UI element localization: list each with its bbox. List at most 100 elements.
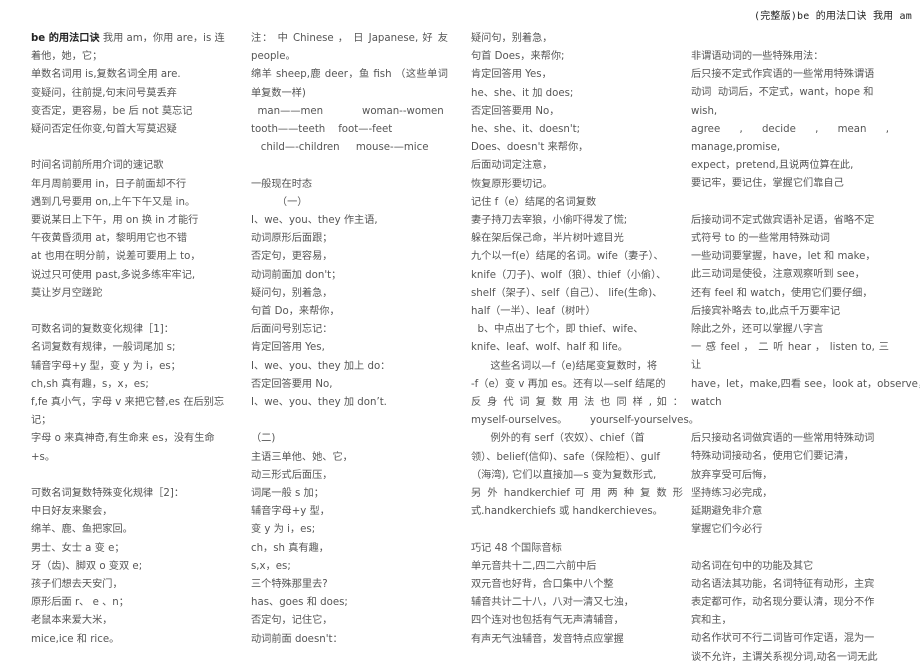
text-line: 孩子们想去天安门， [31, 579, 123, 591]
text-line: 还有 feel 和 watch，使用它们要仔细， [691, 287, 873, 299]
text-line: 放弃享受可后悔， [691, 469, 773, 481]
text-line: 四个连对也包括有气无声清辅音， [471, 615, 624, 627]
text-line: people。 [251, 51, 296, 63]
text-line: shelf（架子）、self（自己）、 life(生命)、 [471, 287, 663, 299]
text-line: 动名语法其功能，名词特征有动形，主宾 [691, 578, 875, 590]
text-line: 辅音字母+y 型， [251, 506, 330, 518]
text-line: 单元音共十二,四二六前中后 [471, 560, 597, 572]
text-line: 辅音字母+y 型，变 y 为 i，es； [31, 360, 181, 372]
text-line: 一些动词要掌握，have，let 和 make， [691, 251, 876, 263]
text-line: 一般现在时态 [251, 178, 313, 190]
text-line: 躲在架后保己命，半片树叶遮目光 [471, 233, 624, 245]
text-line: man——men woman--women [251, 105, 444, 117]
text-line: 特殊动词接动名，使用它们要记清， [691, 451, 854, 463]
text-line: 说过只可使用 past,多说多练牢牢记, [31, 269, 196, 281]
text-line: （二) [251, 433, 276, 445]
text-line: 后只接不定式作宾语的一些常用特殊谓语 [691, 69, 875, 81]
text-line: he、she、it、doesn't; [471, 124, 581, 136]
text-line: 男士、女士 a 变 e； [31, 542, 125, 554]
text-line: 否定句，记住它， [251, 615, 333, 627]
text-line: 动词 动词后，不定式，want，hope 和 [691, 87, 874, 99]
text-line: f,fe 真小气，字母 v 来把它替,es 在后别忘 [31, 397, 225, 409]
text-line: 后面问号别忘记： [251, 324, 333, 336]
text-line: 这些名词以—f（e)结尾变复数时，将 [471, 360, 658, 372]
text-line: myself-ourselves。 yourself-yourselves。 [471, 415, 699, 427]
text-line: b、中点出了七个，即 thief、wife、 [471, 324, 644, 336]
text-line: 领）、belief(信仰)、safe（保险柜）、gulf [471, 451, 660, 463]
text-line: 宾和主， [691, 615, 732, 627]
text-line: agree , decide , mean , [691, 123, 889, 135]
text-line: 字母 o 来真神奇,有生命来 es，没有生命 [31, 433, 215, 445]
text-line: 后只接动名词做宾语的一些常用特殊动词 [691, 433, 875, 445]
text-line: 记； [31, 415, 52, 427]
text-line: 妻子持刀去宰狼，小偷吓得发了慌; [471, 215, 628, 227]
text-line: 有声无气浊辅音，发音特点应掌握 [471, 633, 624, 645]
text-line: I、we、you、they 作主语, [251, 215, 378, 227]
text-line: 老鼠本来爱大米， [31, 615, 113, 627]
text-line: 动词原形后面跟； [251, 233, 333, 245]
text-line: he、she、it 加 does; [471, 87, 574, 99]
text-line: 疑问否定任你变,句首大写莫迟疑 [31, 124, 177, 136]
text-line: （一） [251, 196, 308, 208]
text-line: manage,promise, [691, 142, 781, 154]
text-line: 动名作状可不行二词皆可作定语，混为一 [691, 633, 875, 645]
text-line: 后接动词不定式做宾语补足语，省略不定 [691, 214, 875, 226]
text-line: 九个以一f(e）结尾的名词。wife（妻子）、 [471, 251, 664, 263]
text-line: 变 y 为 i，es; [251, 524, 316, 536]
text-line: 后接宾补略去 to,此点千万要牢记 [691, 305, 841, 317]
text-line: I、we、you、they 加 don’t. [251, 397, 387, 409]
text-line: 恢复原形要切记。 [471, 178, 553, 190]
text-line: 时间名词前所用介词的速记歌 [31, 160, 164, 172]
text-line: 坚持练习必完成， [691, 487, 773, 499]
text-line: knife、leaf、wolf、half 和 life。 [471, 342, 628, 354]
text-line: ch，sh 真有趣， [251, 542, 329, 554]
text-line: expect，pretend,且说两位算在此, [691, 160, 854, 172]
text-line: 非谓语动词的一些特殊用法： [691, 51, 824, 62]
column-4: 非谓语动词的一些特殊用法： 后只接不定式作宾语的一些常用特殊谓语 动词 动词后，不定… [691, 48, 920, 667]
text-line: 动词前面 doesn't： [251, 633, 343, 645]
text-line: 动词前面加 don't； [251, 269, 342, 281]
text-line: （海湾), 它们以直接加—s 变为复数形式, [471, 469, 657, 481]
text-line: 双元音也好背，合口集中八个整 [471, 579, 614, 591]
text-line: 一 感 feel ， 二 听 hear ， listen to, 三 让 [691, 342, 889, 372]
text-line: at 也用在明分前，说差可要用上 to， [31, 251, 201, 263]
text-line: +s。 [31, 451, 56, 463]
section-title: be 的用法口诀 [31, 33, 100, 44]
text-line: half（一半）、leaf（树叶） [471, 306, 596, 318]
text-line: 式.handkerchiefs 或 handkerchieves。 [471, 506, 663, 518]
text-line: 疑问句，别着急， [471, 33, 553, 44]
text-line: mice,ice 和 rice。 [31, 633, 120, 645]
text-line: 此三动词是使役，注意观察听到 see， [691, 269, 865, 281]
text-line: 名词复数有规律，一般词尾加 s; [31, 342, 176, 354]
text-line: ch,sh 真有趣，s，x，es; [31, 378, 149, 390]
text-line: 午夜黄昏须用 at，黎明用它也不错 [31, 233, 188, 245]
text-line: child—-children mouse-—mice [251, 142, 429, 154]
text-line: 辅音共计二十八，八对一清又七浊， [471, 597, 634, 609]
text-line: 掌握它们今必行 [691, 524, 763, 536]
text-line: 牙（齿)、脚双 o 变双 e; [31, 560, 143, 572]
text-line: 疑问句，别着急， [251, 287, 333, 299]
text-line: 否定回答要用 No， [471, 105, 560, 117]
text-line: 反 身 代 词 复 数 用 法 也 同 样 , 如 ： [471, 397, 683, 409]
column-2: 注： 中 Chinese ， 日 Japanese, 好 友 people。 绵羊 … [251, 30, 448, 649]
text-line: 式符号 to 的一些常用特殊动词 [691, 233, 830, 245]
text-line: -f（e）变 v 再加 es。还有以—self 结尾的 [471, 378, 666, 390]
text-line: 着他，她，它； [31, 51, 103, 63]
text-line: 后面动词定注意， [471, 160, 553, 172]
text-line: 变疑问，往前提,句末问号莫丢弃 [31, 87, 177, 99]
text-line: be 的用法口诀 我用 am，你用 are，is 连 [31, 30, 234, 48]
document-header: (完整版)be 的用法口诀 我用 am [754, 11, 912, 22]
text-line: tooth——teeth foot—-feet [251, 124, 393, 136]
text-line: 句首 Does，来帮你; [471, 51, 565, 63]
text-line: 肯定回答用 Yes, [251, 342, 325, 354]
line-text: 我用 am，你用 are，is 连 [99, 33, 225, 44]
text-line: 变否定，更容易，be 后 not 莫忘记 [31, 105, 193, 117]
